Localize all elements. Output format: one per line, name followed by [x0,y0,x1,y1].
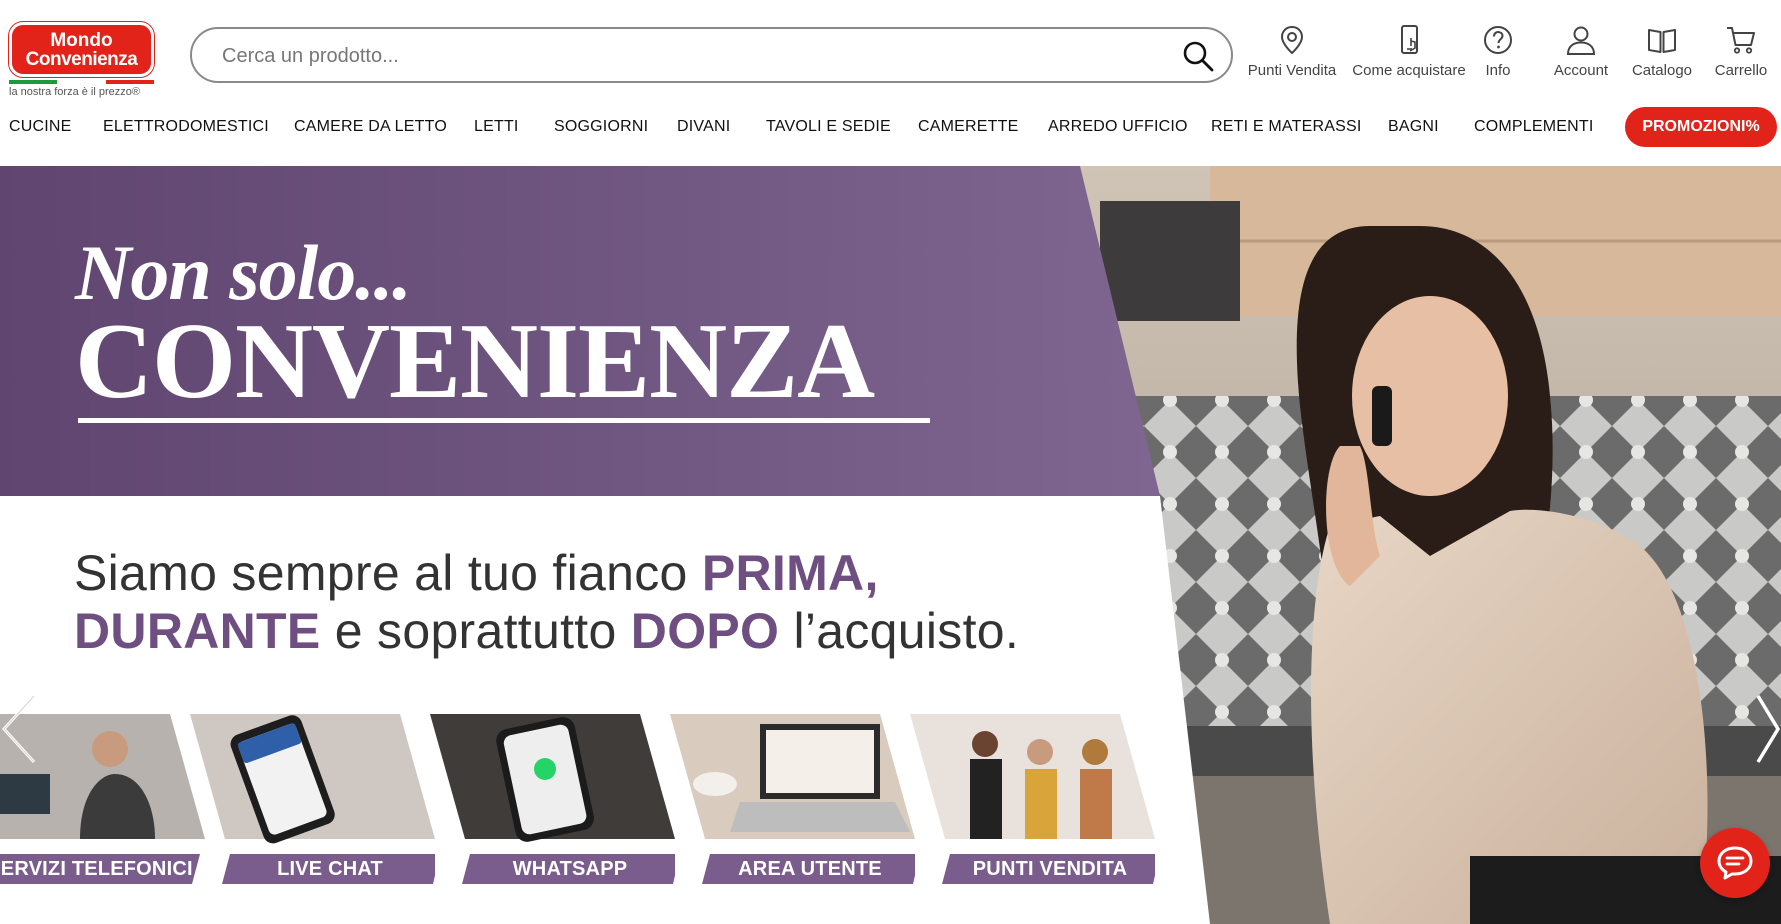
hero-sub-emphasis: DURANTE [74,603,321,659]
map-pin-icon [1280,25,1304,55]
nav-item-letti[interactable]: LETTI [474,118,519,136]
header-link-label: Account [1553,62,1609,79]
tile-whatsapp[interactable]: WHATSAPP [430,714,675,884]
hero-title-line2: CONVENIENZA [75,302,875,421]
tile-label: PUNTI VENDITA [972,858,1128,880]
header-link-label: Catalogo [1631,62,1693,79]
hero-sub-emphasis: DOPO [630,603,780,659]
nav-item-reti-e-materassi[interactable]: RETI E MATERASSI [1211,118,1361,136]
tile-label: WHATSAPP [512,858,628,880]
nav-item-arredo-ufficio[interactable]: ARREDO UFFICIO [1048,118,1188,136]
nav-item-camerette[interactable]: CAMERETTE [918,118,1018,136]
cart-icon [1727,27,1755,54]
mondo-convenienza-logo[interactable]: Mondo Convenienza la nostra forza è il p… [9,22,156,98]
user-icon [1566,26,1596,55]
hero-sub-text: l’acquisto. [779,603,1020,659]
hero-sub-emphasis: PRIMA, [701,545,879,601]
carousel-next-button[interactable] [1756,694,1781,764]
tile-area-utente[interactable]: AREA UTENTE [670,714,915,884]
hero-title-underline [78,418,930,423]
header-link-carrello[interactable]: Carrello [1705,24,1777,79]
header-link-label: Info [1485,62,1511,79]
search-bar [190,27,1233,83]
tile-label: AREA UTENTE [738,858,882,880]
nav-item-camere-da-letto[interactable]: CAMERE DA LETTO [294,118,447,136]
logo-tagline: la nostra forza è il prezzo® [9,86,140,98]
carousel-prev-button[interactable] [0,694,40,764]
nav-item-complementi[interactable]: COMPLEMENTI [1474,118,1594,136]
tile-label: SERVIZI TELEFONICI [0,858,193,880]
chat-bubble-icon [1717,846,1753,880]
search-input[interactable] [222,39,1142,73]
header-link-catalogo[interactable]: Catalogo [1622,24,1702,79]
tile-punti-vendita[interactable]: PUNTI VENDITA [910,714,1155,884]
header-link-come-acquistare[interactable]: Come acquistare [1349,24,1469,79]
nav-item-bagni[interactable]: BAGNI [1388,118,1439,136]
hero-sub-text: Siamo sempre al tuo fianco [74,545,702,601]
logo-badge: Mondo Convenienza [9,22,154,77]
help-circle-icon [1484,26,1512,54]
header-link-punti-vendita[interactable]: Punti Vendita [1239,24,1345,79]
promozioni-button[interactable]: PROMOZIONI% [1625,107,1777,147]
phone-tap-icon [1401,25,1418,54]
nav-item-elettrodomestici[interactable]: ELETTRODOMESTICI [103,118,269,136]
nav-item-cucine[interactable]: CUCINE [9,118,72,136]
hero-banner[interactable]: Non solo... CONVENIENZA Siamo sempre al … [0,166,1781,924]
header-link-account[interactable]: Account [1541,24,1621,79]
chevron-right-icon [1756,695,1781,763]
book-icon [1648,29,1676,53]
tile-label: LIVE CHAT [277,858,383,880]
logo-line1: Mondo [50,30,113,51]
hero-subtitle-line2: DURANTE e soprattutto DOPO l’acquisto. [74,602,1019,660]
nav-item-divani[interactable]: DIVANI [677,118,730,136]
search-button[interactable] [1181,39,1215,73]
logo-flag-stripe [9,80,154,84]
search-icon [1183,41,1214,72]
header-link-label: Punti Vendita [1247,62,1337,79]
header-link-info[interactable]: Info [1473,24,1523,79]
header-link-label: Carrello [1714,62,1768,79]
tile-live-chat[interactable]: LIVE CHAT [190,714,435,884]
logo-line2: Convenienza [25,49,138,70]
hero-subtitle-line1: Siamo sempre al tuo fianco PRIMA, [74,544,879,602]
hero-sub-text: e soprattutto [320,603,631,659]
nav-item-soggiorni[interactable]: SOGGIORNI [554,118,648,136]
chat-button[interactable] [1700,828,1770,898]
category-nav: CUCINE ELETTRODOMESTICI CAMERE DA LETTO … [0,104,1781,152]
nav-item-tavoli-e-sedie[interactable]: TAVOLI E SEDIE [766,118,891,136]
service-tiles: SERVIZI TELEFONICI LIVE CHAT WHATSAPP AR… [0,714,1200,884]
header-link-label: Come acquistare [1352,62,1466,79]
site-header: Mondo Convenienza la nostra forza è il p… [0,0,1781,98]
chevron-left-icon [1,694,36,764]
